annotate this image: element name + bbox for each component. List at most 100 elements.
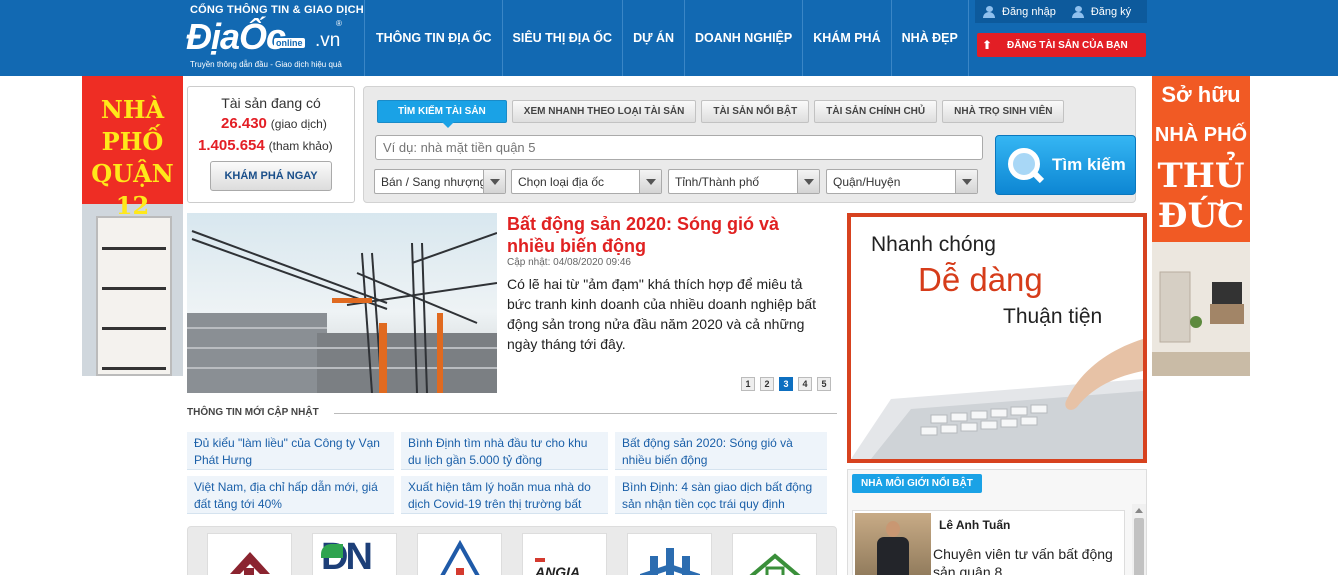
news-link[interactable]: Đủ kiểu "làm liều" của Công ty Vạn Phát … <box>187 432 394 470</box>
province-select[interactable]: Tỉnh/Thành phố <box>668 169 820 194</box>
promo-line3: Thuận tiện <box>1003 305 1103 328</box>
search-input[interactable] <box>375 135 983 160</box>
chevron-down-icon <box>639 170 661 193</box>
featured-pagination: 1 2 3 4 5 <box>741 377 836 391</box>
partner-logo[interactable] <box>207 533 292 575</box>
news-link[interactable]: Bất động sản 2020: Sóng gió và nhiều biế… <box>615 432 827 470</box>
tab-xem-nhanh[interactable]: XEM NHANH THEO LOẠI TÀI SẢN <box>511 100 697 123</box>
page-3-button[interactable]: 3 <box>779 377 793 391</box>
promo-line1: Nhanh chóng <box>871 233 996 256</box>
logo-tagline: Truyền thông dẫn đầu - Giao dịch hiệu qu… <box>190 60 342 69</box>
stats-references: 1.405.654 (tham khảo) <box>198 137 333 154</box>
login-link[interactable]: Đăng nhập <box>983 5 1056 18</box>
logo-top-text: CỔNG THÔNG TIN & GIAO DỊCH <box>190 4 364 16</box>
page-4-button[interactable]: 4 <box>798 377 812 391</box>
main-nav: THÔNG TIN ĐỊA ỐC SIÊU THỊ ĐỊA ỐC DỰ ÁN D… <box>364 0 969 76</box>
brokers-scrollbar[interactable] <box>1132 504 1146 575</box>
header-bar: CỔNG THÔNG TIN & GIAO DỊCH ĐịaỐc online … <box>0 0 1338 76</box>
right-banner-big-text: THỦ ĐỨC <box>1152 156 1250 236</box>
news-link[interactable]: Việt Nam, địa chỉ hấp dẫn mới, giá đất t… <box>187 476 394 514</box>
property-type-value: Chọn loại địa ốc <box>518 174 605 189</box>
chevron-down-icon <box>955 170 977 193</box>
right-banner-line2: NHÀ PHỐ <box>1154 124 1248 146</box>
transaction-type-value: Bán / Sang nhượng <box>381 174 487 189</box>
featured-brokers: NHÀ MÔI GIỚI NỔI BẬT Lê Anh Tuấn Chuyên … <box>847 469 1147 575</box>
nav-du-an[interactable]: DỰ ÁN <box>623 0 685 76</box>
nav-sieu-thi-dia-oc[interactable]: SIÊU THỊ ĐỊA ỐC <box>503 0 624 76</box>
nav-doanh-nghiep[interactable]: DOANH NGHIỆP <box>685 0 804 76</box>
news-link[interactable]: Bình Định: 4 sàn giao dịch bất động sản … <box>615 476 827 514</box>
property-type-select[interactable]: Chọn loại địa ốc <box>511 169 662 194</box>
featured-date: Cập nhật: 04/08/2020 09:46 <box>507 257 631 268</box>
balcony-rail <box>102 360 166 370</box>
building-image <box>96 216 172 376</box>
partner-logo-text: ANGIA <box>535 564 581 575</box>
right-banner-line3: THỦ <box>1157 156 1245 196</box>
register-label: Đăng ký <box>1090 5 1132 18</box>
transaction-count: 26.430 <box>221 115 267 132</box>
left-banner-ad[interactable]: NHÀ PHỐ QUẬN 12 <box>82 76 183 376</box>
reference-note: (tham khảo) <box>268 139 333 153</box>
partner-logo[interactable] <box>417 533 502 575</box>
left-banner-line2: QUẬN 12 <box>91 159 174 220</box>
explore-now-button[interactable]: KHÁM PHÁ NGAY <box>210 161 332 191</box>
stats-transactions: 26.430 (giao dịch) <box>221 115 327 132</box>
brokers-title: NHÀ MÔI GIỚI NỔI BẬT <box>852 474 982 493</box>
tab-tim-kiem-tai-san[interactable]: TÌM KIẾM TÀI SẢN <box>377 100 507 128</box>
featured-summary: Có lẽ hai từ "ảm đạm" khá thích hợp để m… <box>507 276 817 352</box>
tab-tai-san-noi-bat[interactable]: TÀI SẢN NỔI BẬT <box>701 100 810 123</box>
news-link[interactable]: Bình Định tìm nhà đầu tư cho khu du lịch… <box>401 432 608 470</box>
page-1-button[interactable]: 1 <box>741 377 755 391</box>
logo-name: ĐịaỐc <box>186 16 286 57</box>
page-5-button[interactable]: 5 <box>817 377 831 391</box>
add-user-icon <box>1071 5 1086 18</box>
register-link[interactable]: Đăng ký <box>1071 5 1132 18</box>
chevron-down-icon <box>483 170 505 193</box>
user-icon <box>983 5 997 18</box>
news-link[interactable]: Xuất hiện tâm lý hoãn mua nhà do dịch Co… <box>401 476 608 514</box>
balcony-rail <box>102 280 166 290</box>
right-banner-line1: Sở hữu <box>1161 82 1241 107</box>
featured-title[interactable]: Bất động sản 2020: Sóng gió và nhiều biế… <box>507 213 827 257</box>
partner-logo[interactable] <box>627 533 712 575</box>
tab-nha-tro-sinh-vien[interactable]: NHÀ TRỌ SINH VIÊN <box>942 100 1065 123</box>
nav-thong-tin-dia-oc[interactable]: THÔNG TIN ĐỊA ỐC <box>365 0 503 76</box>
featured-image[interactable] <box>187 213 497 393</box>
account-bar: Đăng nhập Đăng ký <box>975 0 1147 23</box>
transaction-type-select[interactable]: Bán / Sang nhượng <box>374 169 506 194</box>
stats-box: Tài sản đang có 26.430 (giao dịch) 1.405… <box>187 86 355 203</box>
partner-logo[interactable]: ANGIA <box>522 533 607 575</box>
right-banner-ad[interactable]: Sở hữu NHÀ PHỐ THỦ ĐỨC <box>1152 76 1250 376</box>
search-icon <box>1002 143 1046 187</box>
post-property-button[interactable]: ⬆ ĐĂNG TÀI SẢN CỦA BẠN <box>977 33 1146 57</box>
broker-card[interactable]: Lê Anh Tuấn Chuyên viên tư vấn bất động … <box>852 510 1125 575</box>
avatar-body <box>877 537 909 575</box>
tab-tai-san-chinh-chu[interactable]: TÀI SẢN CHÍNH CHỦ <box>814 100 938 123</box>
balcony-rail <box>102 240 166 250</box>
laptop-keyboard-image <box>851 339 1143 459</box>
login-label: Đăng nhập <box>1002 5 1056 18</box>
promo-ad-box[interactable]: Nhanh chóng Dễ dàng Thuận tiện <box>847 213 1147 463</box>
partner-logo-accent <box>321 544 343 558</box>
logo-domain: .vn <box>315 30 341 51</box>
page-2-button[interactable]: 2 <box>760 377 774 391</box>
nav-kham-pha[interactable]: KHÁM PHÁ <box>803 0 892 76</box>
province-value: Tỉnh/Thành phố <box>675 174 760 189</box>
avatar-head <box>886 521 900 537</box>
partner-logo-accent <box>535 558 545 562</box>
partner-logo[interactable] <box>732 533 817 575</box>
stats-label: Tài sản đang có <box>221 95 321 111</box>
partner-logo[interactable]: DN <box>312 533 397 575</box>
broker-name: Lê Anh Tuấn <box>939 518 1011 532</box>
district-value: Quận/Huyện <box>833 174 901 189</box>
district-select[interactable]: Quận/Huyện <box>826 169 978 194</box>
transaction-note: (giao dịch) <box>270 117 327 131</box>
search-tabs: TÌM KIẾM TÀI SẢN XEM NHANH THEO LOẠI TÀI… <box>377 100 1069 128</box>
broker-avatar <box>855 513 931 575</box>
search-button[interactable]: Tìm kiếm <box>995 135 1136 195</box>
nav-nha-dep[interactable]: NHÀ ĐẸP <box>892 0 969 76</box>
search-button-label: Tìm kiếm <box>1052 155 1126 174</box>
balcony-rail <box>102 320 166 330</box>
partner-logo-mark <box>440 539 480 575</box>
logo-online-text: online <box>274 38 305 48</box>
